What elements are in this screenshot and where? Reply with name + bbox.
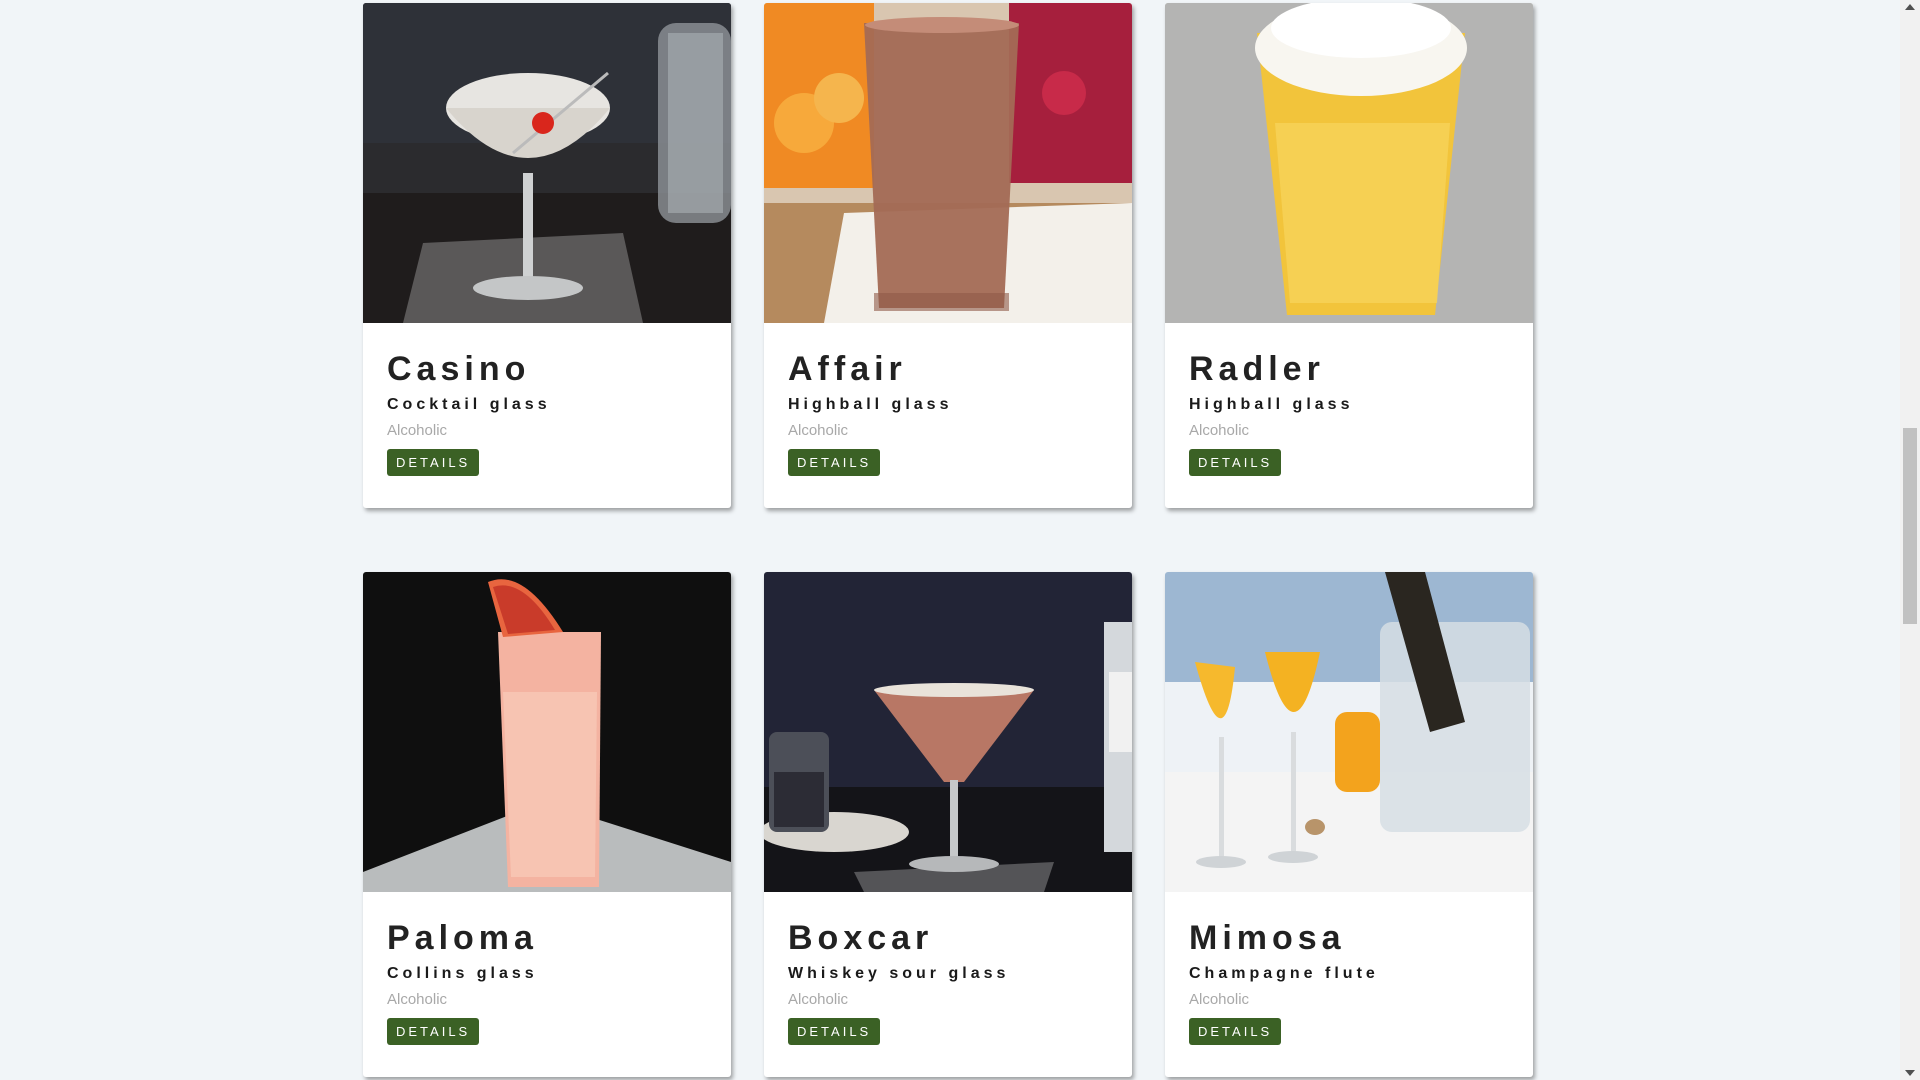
drink-name: Paloma: [387, 919, 538, 957]
cocktail-image: [363, 572, 731, 892]
drink-category: Alcoholic: [387, 422, 448, 440]
cocktail-image: [363, 3, 731, 323]
drink-name: Boxcar: [788, 919, 934, 957]
cocktail-image: [764, 572, 1132, 892]
drink-category: Alcoholic: [387, 991, 448, 1009]
drink-name: Casino: [387, 350, 531, 388]
details-button[interactable]: DETAILS: [387, 449, 480, 477]
cocktail-image: [1165, 572, 1533, 892]
drink-name: Mimosa: [1189, 919, 1346, 957]
collins-glass-photo: [363, 572, 731, 892]
glass-type: Champagne flute: [1189, 965, 1379, 983]
details-button[interactable]: DETAILS: [387, 1018, 480, 1046]
beer-glass-photo: [1165, 3, 1533, 323]
glass-type: Whiskey sour glass: [788, 965, 1010, 983]
cocktail-card: Affair Highball glass Alcoholic DETAILS: [764, 3, 1132, 508]
page: Casino Cocktail glass Alcoholic DETAILS: [0, 0, 1920, 1080]
drink-category: Alcoholic: [788, 422, 849, 440]
details-button[interactable]: DETAILS: [1189, 449, 1282, 477]
scroll-down-icon[interactable]: [1905, 1070, 1915, 1076]
champagne-flute-photo: [1165, 572, 1533, 892]
cocktail-card: Radler Highball glass Alcoholic DETAILS: [1165, 3, 1533, 508]
martini-glass-photo: [764, 572, 1132, 892]
scroll-thumb[interactable]: [1903, 428, 1917, 624]
drink-category: Alcoholic: [1189, 991, 1250, 1009]
scroll-up-icon[interactable]: [1905, 4, 1915, 10]
details-button[interactable]: DETAILS: [788, 1018, 881, 1046]
cocktail-grid: Casino Cocktail glass Alcoholic DETAILS: [363, 3, 1533, 1077]
glass-type: Highball glass: [1189, 396, 1354, 414]
glass-type: Collins glass: [387, 965, 538, 983]
drink-name: Radler: [1189, 350, 1325, 388]
details-button[interactable]: DETAILS: [1189, 1018, 1282, 1046]
cocktail-card: Boxcar Whiskey sour glass Alcoholic DETA…: [764, 572, 1132, 1077]
details-button[interactable]: DETAILS: [788, 449, 881, 477]
cocktail-image: [764, 3, 1132, 323]
cocktail-card: Paloma Collins glass Alcoholic DETAILS: [363, 572, 731, 1077]
vertical-scrollbar[interactable]: [1900, 0, 1920, 1080]
cocktail-image: [1165, 3, 1533, 323]
drink-category: Alcoholic: [1189, 422, 1250, 440]
highball-glass-photo: [764, 3, 1132, 323]
glass-type: Highball glass: [788, 396, 953, 414]
drink-category: Alcoholic: [788, 991, 849, 1009]
drink-name: Affair: [788, 350, 907, 388]
cocktail-card: Mimosa Champagne flute Alcoholic DETAILS: [1165, 572, 1533, 1077]
cocktail-card: Casino Cocktail glass Alcoholic DETAILS: [363, 3, 731, 508]
cocktail-glass-photo: [363, 3, 731, 323]
glass-type: Cocktail glass: [387, 396, 551, 414]
